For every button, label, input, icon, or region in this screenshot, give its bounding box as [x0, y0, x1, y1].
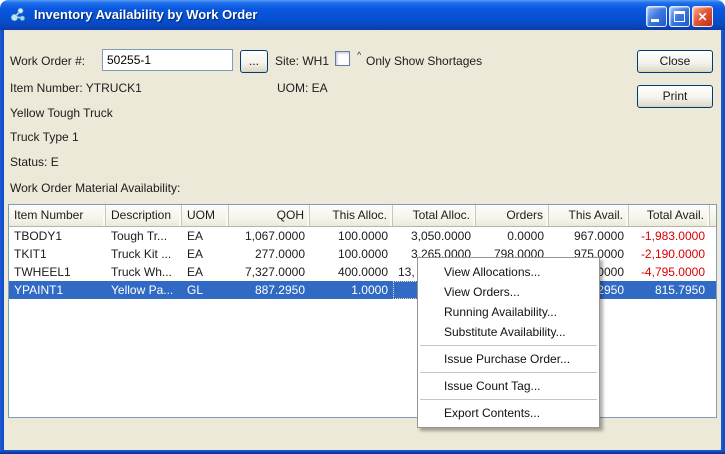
column-header-total-avail[interactable]: Total Avail. — [629, 205, 710, 226]
status-label: Status: E — [10, 155, 59, 169]
close-window-button[interactable]: ✕ — [692, 6, 713, 27]
work-order-input[interactable] — [102, 49, 233, 71]
menu-item-issue-purchase-order[interactable]: Issue Purchase Order... — [418, 349, 599, 369]
inventory-availability-dialog: Inventory Availability by Work Order ✕ W… — [0, 0, 725, 454]
table-body: TBODY1 Tough Tr... EA 1,067.0000 100.0000 3,0… — [9, 227, 716, 299]
table-row-twheel1[interactable]: TWHEEL1 Truck Wh... EA 7,327.0000 400.0000 13… — [9, 263, 716, 281]
menu-item-export-contents[interactable]: Export Contents... — [418, 403, 599, 423]
table-cell: EA — [187, 247, 204, 261]
print-button[interactable]: Print — [637, 85, 713, 108]
table-cell: 100.0000 — [337, 247, 388, 261]
context-menu: View Allocations... View Orders... Running… — [417, 257, 600, 428]
work-order-browse-button[interactable]: ... — [240, 50, 268, 73]
table-cell: TKIT1 — [14, 247, 47, 261]
maximize-button[interactable] — [669, 6, 690, 27]
only-show-shortages-checkbox[interactable] — [335, 51, 350, 66]
table-cell: GL — [187, 283, 204, 297]
window-border-left — [0, 28, 4, 454]
table-cell: 815.7950 — [654, 283, 705, 297]
table-cell: 1.0000 — [351, 283, 388, 297]
window-border-right — [721, 28, 725, 454]
column-header-uom[interactable]: UOM — [182, 205, 229, 226]
titlebar[interactable]: Inventory Availability by Work Order ✕ — [0, 0, 725, 30]
column-header-description[interactable]: Description — [106, 205, 182, 226]
work-order-label: Work Order #: — [10, 54, 86, 68]
minimize-icon — [651, 19, 659, 22]
menu-item-substitute-availability[interactable]: Substitute Availability... — [418, 322, 599, 342]
column-header-this-avail[interactable]: This Avail. — [549, 205, 629, 226]
menu-separator — [420, 345, 597, 346]
only-show-shortages-label: Only Show Shortages — [366, 54, 483, 68]
table-cell: Tough Tr... — [111, 229, 168, 243]
window-border-bottom — [0, 450, 725, 454]
table-cell: 100.0000 — [337, 229, 388, 243]
table-cell: 887.2950 — [254, 283, 305, 297]
app-icon — [10, 7, 25, 22]
item-description-line2: Truck Type 1 — [10, 130, 79, 144]
table-cell: -2,190.0000 — [640, 247, 705, 261]
table-cell: TBODY1 — [14, 229, 63, 243]
minimize-button[interactable] — [646, 6, 667, 27]
table-cell: EA — [187, 265, 204, 279]
column-header-item-number[interactable]: Item Number — [9, 205, 106, 226]
table-row-tkit1[interactable]: TKIT1 Truck Kit ... EA 277.0000 100.0000 3,26… — [9, 245, 716, 263]
table-cell: Truck Wh... — [111, 265, 172, 279]
shortages-caret: ^ — [357, 50, 362, 60]
item-description-line1: Yellow Tough Truck — [10, 106, 113, 120]
menu-item-running-availability[interactable]: Running Availability... — [418, 302, 599, 322]
uom-label: UOM: EA — [277, 81, 328, 95]
table-cell: 400.0000 — [337, 265, 388, 279]
table-cell: -4,795.0000 — [640, 265, 705, 279]
table-cell: EA — [187, 229, 204, 243]
window-title: Inventory Availability by Work Order — [34, 7, 258, 22]
table-cell: Yellow Pa... — [111, 283, 174, 297]
column-header-this-alloc[interactable]: This Alloc. — [310, 205, 393, 226]
close-button[interactable]: Close — [637, 50, 713, 73]
table-cell: 967.0000 — [573, 229, 624, 243]
table-cell: Truck Kit ... — [111, 247, 172, 261]
table-cell: -1,983.0000 — [640, 229, 705, 243]
table-cell: TWHEEL1 — [14, 265, 71, 279]
table-cell: 7,327.0000 — [244, 265, 305, 279]
table-cell: 277.0000 — [254, 247, 305, 261]
site-label: Site: WH1 — [275, 54, 330, 68]
table-row-tbody1[interactable]: TBODY1 Tough Tr... EA 1,067.0000 100.0000 3,0… — [9, 227, 716, 245]
close-icon: ✕ — [697, 10, 708, 24]
menu-item-view-allocations[interactable]: View Allocations... — [418, 262, 599, 282]
table-cell: 3,050.0000 — [410, 229, 471, 243]
column-header-orders[interactable]: Orders — [476, 205, 549, 226]
availability-caption: Work Order Material Availability: — [10, 181, 181, 195]
table-cell: YPAINT1 — [14, 283, 64, 297]
table-cell: 0.0000 — [507, 229, 544, 243]
menu-separator — [420, 372, 597, 373]
maximize-icon — [674, 11, 685, 22]
table-row-ypaint1[interactable]: YPAINT1 Yellow Pa... GL 887.2950 1.0000 2950 8… — [9, 281, 716, 299]
column-header-total-alloc[interactable]: Total Alloc. — [393, 205, 476, 226]
menu-item-view-orders[interactable]: View Orders... — [418, 282, 599, 302]
menu-separator — [420, 399, 597, 400]
table-cell: 1,067.0000 — [244, 229, 305, 243]
item-number-label: Item Number: YTRUCK1 — [10, 81, 142, 95]
table-header-row: Item Number Description UOM QOH This Alloc. T… — [9, 205, 716, 227]
column-header-qoh[interactable]: QOH — [229, 205, 310, 226]
availability-table: Item Number Description UOM QOH This Alloc. T… — [8, 204, 717, 418]
menu-item-issue-count-tag[interactable]: Issue Count Tag... — [418, 376, 599, 396]
